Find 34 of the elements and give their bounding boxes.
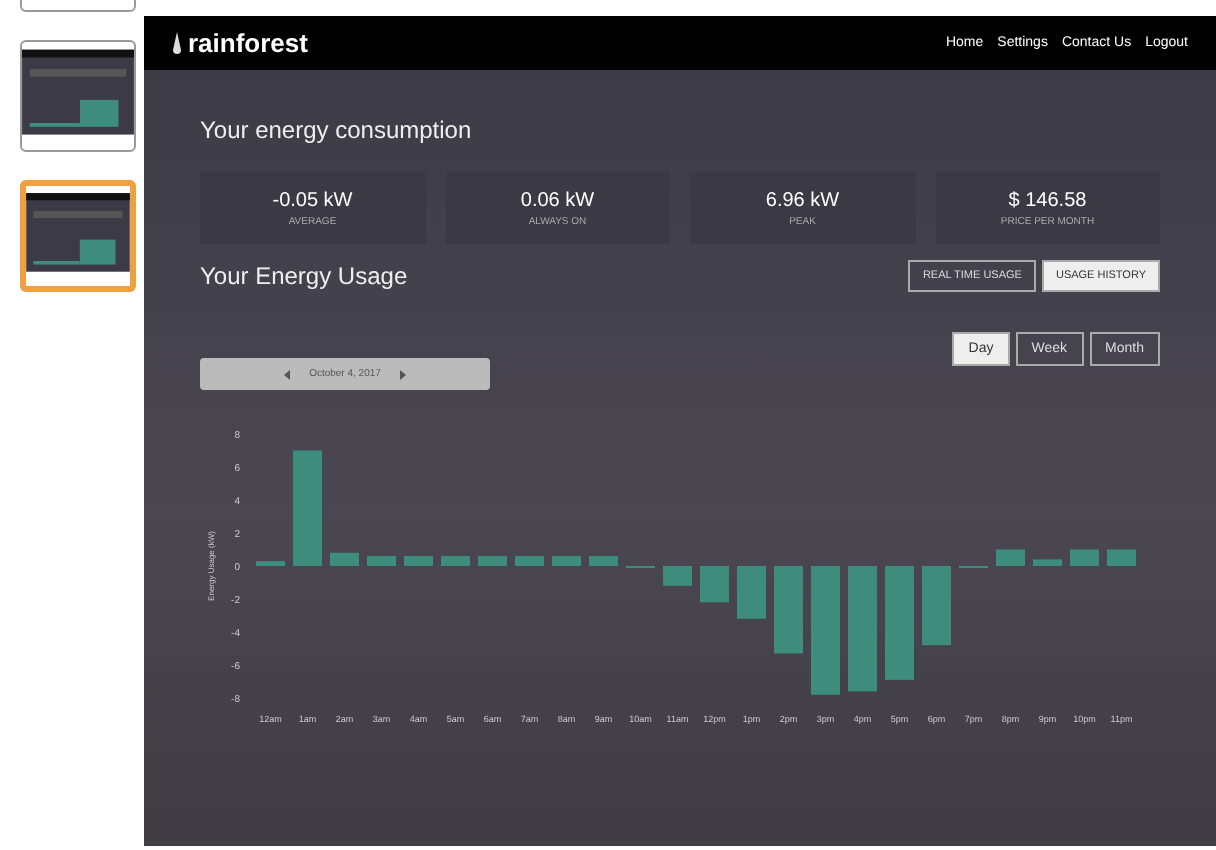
bar [515, 556, 544, 566]
logo[interactable]: rainforest [188, 28, 308, 58]
slide-thumbnail[interactable] [20, 180, 136, 292]
bar [552, 556, 581, 566]
bar [737, 566, 766, 619]
bar [663, 566, 692, 586]
bar [1070, 549, 1099, 566]
stat-value: $ 146.58 [1008, 189, 1087, 211]
bar [996, 549, 1025, 566]
slide-thumbnail[interactable] [20, 40, 136, 152]
section-title: Your energy consumption [200, 116, 474, 144]
bar [589, 556, 618, 566]
stat-value: -0.05 kW [272, 189, 353, 211]
bar [293, 450, 322, 566]
stat-value: 6.96 kW [765, 189, 840, 211]
bar [885, 566, 914, 680]
bar [774, 566, 803, 654]
bar [1033, 559, 1062, 566]
bar [256, 561, 285, 566]
bar [811, 566, 840, 695]
bar [367, 556, 396, 566]
stat-value: 0.06 kW [520, 189, 595, 211]
bar [330, 552, 359, 566]
bar [922, 566, 951, 646]
section-title: Your Energy Usage [200, 262, 408, 290]
bar [478, 556, 507, 566]
bar [700, 566, 729, 603]
bar [848, 566, 877, 692]
next-icon[interactable] [400, 369, 407, 379]
bar [1107, 549, 1136, 566]
bar [441, 556, 470, 566]
previous-icon[interactable] [283, 369, 290, 379]
drop-icon [172, 31, 182, 55]
bar [404, 556, 433, 566]
